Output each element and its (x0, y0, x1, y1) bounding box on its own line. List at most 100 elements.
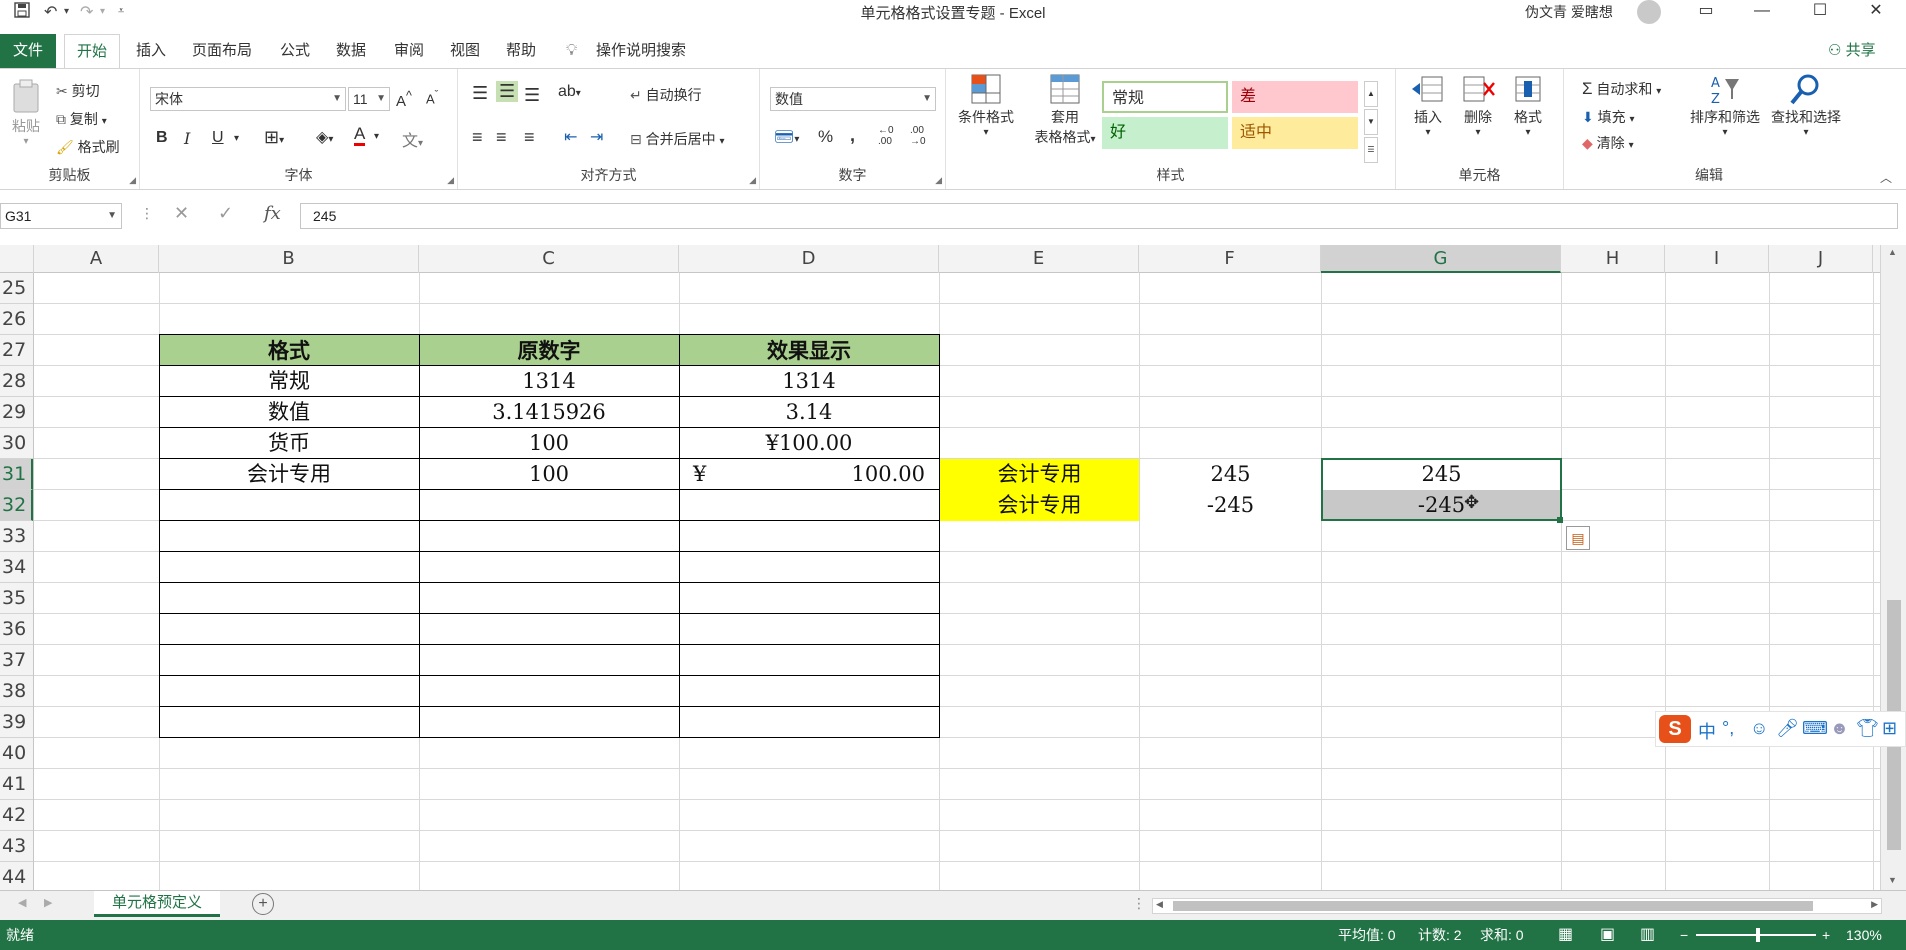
tab-file[interactable]: 文件 (0, 34, 56, 68)
row-header[interactable]: 37 (0, 645, 33, 676)
wrap-text-button[interactable]: ↵ 自动换行 (630, 85, 702, 105)
share-button[interactable]: ⚇ 共享 (1828, 34, 1876, 68)
tab-data[interactable]: 数据 (336, 34, 366, 68)
number-format-combo[interactable]: 数值▼ (770, 87, 936, 111)
column-header-selected[interactable]: G (1321, 245, 1561, 273)
fill-handle[interactable] (1557, 517, 1563, 523)
row-header[interactable]: 35 (0, 583, 33, 614)
sogou-logo-icon[interactable]: S (1659, 715, 1691, 743)
conditional-format-button[interactable]: 条件格式 ▾ (954, 71, 1018, 138)
scroll-down-icon[interactable]: ▼ (1888, 875, 1897, 885)
clear-button[interactable]: ◆ 清除 ▾ (1582, 133, 1634, 153)
zoom-level[interactable]: 130% (1846, 920, 1882, 950)
row-header[interactable]: 28 (0, 366, 33, 397)
add-sheet-icon[interactable]: + (252, 893, 274, 915)
row-header[interactable]: 40 (0, 738, 33, 769)
underline-dropdown-icon[interactable]: ▾ (234, 133, 239, 144)
worksheet-grid[interactable]: A B C D E F G H I J 25 26 27 28 29 30 31… (0, 245, 1880, 890)
enter-icon[interactable]: ✓ (218, 203, 233, 224)
bold-button[interactable]: B (156, 129, 168, 147)
lightbulb-icon[interactable]: 💡︎ (566, 34, 577, 68)
column-header[interactable]: A (34, 245, 159, 273)
align-center-icon[interactable]: ≡ (496, 127, 507, 148)
decrease-font-icon[interactable]: Aˇ (426, 89, 438, 106)
column-header[interactable]: I (1665, 245, 1769, 273)
prev-sheet-icon[interactable]: ◀ (18, 896, 26, 909)
splitter-icon[interactable]: ⋮ (1132, 895, 1146, 912)
tab-review[interactable]: 审阅 (394, 34, 424, 68)
tab-home[interactable]: 开始 (64, 34, 120, 68)
dialog-launcher-icon[interactable]: ◢ (129, 175, 136, 186)
column-header[interactable]: C (419, 245, 679, 273)
column-header[interactable]: H (1561, 245, 1665, 273)
tab-formulas[interactable]: 公式 (280, 34, 310, 68)
borders-icon[interactable]: ⊞▾ (264, 127, 284, 148)
row-header[interactable]: 33 (0, 521, 33, 552)
font-color-dropdown-icon[interactable]: ▾ (374, 131, 379, 142)
format-painter-button[interactable]: 🖌︎ 格式刷 (56, 137, 120, 157)
dialog-launcher-icon[interactable]: ◢ (749, 175, 756, 186)
tab-help[interactable]: 帮助 (506, 34, 536, 68)
align-bottom-icon[interactable]: ☰ (524, 85, 540, 106)
phonetic-icon[interactable]: 文▾ (402, 127, 423, 151)
font-size-combo[interactable]: 11▼ (348, 87, 390, 111)
find-select-button[interactable]: 查找和选择 ▾ (1766, 71, 1846, 138)
paste-button[interactable]: 粘贴 ▾ (8, 79, 44, 147)
style-normal[interactable]: 常规 (1102, 81, 1228, 113)
increase-font-icon[interactable]: A^ (396, 89, 412, 110)
sort-filter-button[interactable]: AZ 排序和筛选 ▾ (1686, 71, 1764, 138)
tab-insert[interactable]: 插入 (136, 34, 166, 68)
styles-scroll-down-icon[interactable]: ▼ (1364, 109, 1378, 135)
style-bad[interactable]: 差 (1232, 81, 1358, 113)
row-header[interactable]: 34 (0, 552, 33, 583)
dialog-launcher-icon[interactable]: ◢ (447, 175, 454, 186)
insert-cells-button[interactable]: 插入 ▾ (1404, 71, 1452, 138)
scroll-up-icon[interactable]: ▲ (1888, 247, 1897, 257)
quick-analysis-icon[interactable]: ▤ (1566, 526, 1590, 550)
sheet-tab[interactable]: 单元格预定义 (94, 891, 220, 917)
row-header[interactable]: 43 (0, 831, 33, 862)
row-header[interactable]: 26 (0, 304, 33, 335)
label-cell[interactable]: 会计专用 (940, 459, 1139, 490)
keyboard-icon[interactable]: ⌨ (1802, 718, 1828, 739)
row-header[interactable]: 41 (0, 769, 33, 800)
scroll-left-icon[interactable]: ◀ (1156, 899, 1163, 910)
name-box[interactable]: G31▼ (0, 203, 122, 229)
page-break-icon[interactable]: ▥ (1640, 920, 1655, 950)
decrease-indent-icon[interactable]: ⇤ (564, 127, 577, 147)
value-cell[interactable]: -245 (1140, 490, 1321, 521)
row-header[interactable]: 42 (0, 800, 33, 831)
percent-button[interactable]: % (818, 127, 833, 147)
autosum-button[interactable]: Σ 自动求和 ▾ (1582, 79, 1661, 99)
user-icon[interactable]: ☻ (1830, 718, 1849, 739)
scroll-thumb[interactable] (1173, 901, 1813, 911)
dialog-launcher-icon[interactable]: ◢ (935, 175, 942, 186)
emoji-icon[interactable]: ☺ (1750, 718, 1768, 739)
vertical-scrollbar[interactable]: ▲ ▼ (1880, 245, 1906, 890)
select-all-corner[interactable] (0, 245, 34, 273)
accounting-format-icon[interactable]: 💳︎▾ (774, 127, 799, 147)
microphone-icon[interactable]: 🎤︎ (1776, 718, 1799, 739)
label-cell[interactable]: 会计专用 (940, 490, 1139, 521)
user-name[interactable]: 伪文青 爱瞎想 (1525, 2, 1613, 22)
minimize-icon[interactable]: — (1742, 0, 1782, 24)
ime-lang[interactable]: 中 (1698, 718, 1716, 744)
format-as-table-button[interactable]: 套用 表格格式▾ (1028, 71, 1102, 147)
orientation-icon[interactable]: ab▾ (558, 83, 581, 101)
style-neutral[interactable]: 适中 (1232, 117, 1358, 149)
zoom-out-icon[interactable]: − (1680, 920, 1688, 950)
insert-function-icon[interactable]: fx (264, 203, 281, 224)
fill-button[interactable]: ⬇ 填充 ▾ (1582, 107, 1635, 127)
avatar[interactable] (1637, 0, 1661, 24)
format-cells-button[interactable]: 格式 ▾ (1504, 71, 1552, 138)
ribbon-display-icon[interactable]: ▭ (1686, 0, 1726, 24)
grid-menu-icon[interactable]: ⊞ (1882, 718, 1897, 739)
row-header[interactable]: 29 (0, 397, 33, 428)
copy-button[interactable]: ⧉ 复制 ▾ (56, 109, 107, 129)
value-cell[interactable]: 245 (1140, 459, 1321, 490)
normal-view-icon[interactable]: ▦ (1558, 920, 1573, 950)
row-header[interactable]: 36 (0, 614, 33, 645)
italic-button[interactable]: I (184, 129, 190, 148)
styles-more-icon[interactable]: ☰ (1364, 137, 1378, 163)
align-left-icon[interactable]: ≡ (472, 127, 483, 148)
